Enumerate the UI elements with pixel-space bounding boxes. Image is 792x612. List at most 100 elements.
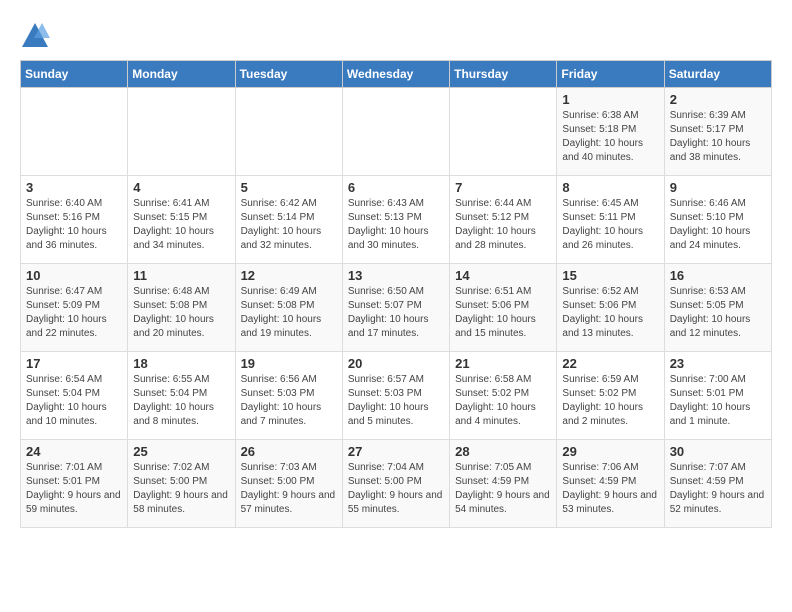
- day-detail: Sunrise: 6:42 AM Sunset: 5:14 PM Dayligh…: [241, 198, 322, 251]
- day-number: 29: [562, 444, 658, 459]
- day-number: 7: [455, 180, 551, 195]
- day-detail: Sunrise: 7:05 AM Sunset: 4:59 PM Dayligh…: [455, 462, 550, 515]
- page-header: [20, 20, 772, 50]
- day-number: 10: [26, 268, 122, 283]
- day-number: 24: [26, 444, 122, 459]
- day-detail: Sunrise: 6:49 AM Sunset: 5:08 PM Dayligh…: [241, 286, 322, 339]
- day-detail: Sunrise: 6:43 AM Sunset: 5:13 PM Dayligh…: [348, 198, 429, 251]
- day-detail: Sunrise: 6:57 AM Sunset: 5:03 PM Dayligh…: [348, 374, 429, 427]
- calendar-cell: 4Sunrise: 6:41 AM Sunset: 5:15 PM Daylig…: [128, 176, 235, 264]
- calendar-cell: 13 Sunrise: 6:50 AM Sunset: 5:07 PM Dayli…: [342, 264, 449, 352]
- day-number: 4: [133, 180, 229, 195]
- day-number: 8: [562, 180, 658, 195]
- calendar-cell: 14Sunrise: 6:51 AM Sunset: 5:06 PM Dayli…: [450, 264, 557, 352]
- calendar-cell: [235, 88, 342, 176]
- day-of-week-header: Tuesday: [235, 61, 342, 88]
- day-number: 11: [133, 268, 229, 283]
- calendar-cell: 9Sunrise: 6:46 AM Sunset: 5:10 PM Daylig…: [664, 176, 771, 264]
- calendar-cell: 1 Sunrise: 6:38 AM Sunset: 5:18 PM Daylig…: [557, 88, 664, 176]
- day-number: 23: [670, 356, 766, 371]
- calendar-week-row: 24 Sunrise: 7:01 AM Sunset: 5:01 PM Dayli…: [21, 440, 772, 528]
- calendar-table: SundayMondayTuesdayWednesdayThursdayFrid…: [20, 60, 772, 528]
- day-detail: Sunrise: 7:06 AM Sunset: 4:59 PM Dayligh…: [562, 462, 657, 515]
- calendar-cell: 2 Sunrise: 6:39 AM Sunset: 5:17 PM Daylig…: [664, 88, 771, 176]
- day-detail: Sunrise: 6:39 AM Sunset: 5:17 PM Dayligh…: [670, 110, 751, 163]
- day-number: 9: [670, 180, 766, 195]
- calendar-cell: 11 Sunrise: 6:48 AM Sunset: 5:08 PM Dayli…: [128, 264, 235, 352]
- day-number: 25: [133, 444, 229, 459]
- calendar-cell: [342, 88, 449, 176]
- day-detail: Sunrise: 7:02 AM Sunset: 5:00 PM Dayligh…: [133, 462, 228, 515]
- day-detail: Sunrise: 6:55 AM Sunset: 5:04 PM Dayligh…: [133, 374, 214, 427]
- calendar-cell: 5 Sunrise: 6:42 AM Sunset: 5:14 PM Daylig…: [235, 176, 342, 264]
- calendar-cell: [21, 88, 128, 176]
- calendar-cell: 21 Sunrise: 6:58 AM Sunset: 5:02 PM Dayli…: [450, 352, 557, 440]
- calendar-week-row: 17 Sunrise: 6:54 AM Sunset: 5:04 PM Dayli…: [21, 352, 772, 440]
- day-number: 17: [26, 356, 122, 371]
- day-detail: Sunrise: 7:01 AM Sunset: 5:01 PM Dayligh…: [26, 462, 121, 515]
- day-detail: Sunrise: 6:47 AM Sunset: 5:09 PM Dayligh…: [26, 286, 107, 339]
- day-number: 19: [241, 356, 337, 371]
- day-number: 21: [455, 356, 551, 371]
- day-number: 28: [455, 444, 551, 459]
- day-detail: Sunrise: 6:45 AM Sunset: 5:11 PM Dayligh…: [562, 198, 643, 251]
- day-detail: Sunrise: 6:53 AM Sunset: 5:05 PM Dayligh…: [670, 286, 751, 339]
- day-number: 22: [562, 356, 658, 371]
- day-of-week-header: Sunday: [21, 61, 128, 88]
- calendar-week-row: 3 Sunrise: 6:40 AM Sunset: 5:16 PM Daylig…: [21, 176, 772, 264]
- day-detail: Sunrise: 6:59 AM Sunset: 5:02 PM Dayligh…: [562, 374, 643, 427]
- calendar-cell: 26 Sunrise: 7:03 AM Sunset: 5:00 PM Dayli…: [235, 440, 342, 528]
- calendar-cell: 28 Sunrise: 7:05 AM Sunset: 4:59 PM Dayli…: [450, 440, 557, 528]
- calendar-cell: 6Sunrise: 6:43 AM Sunset: 5:13 PM Daylig…: [342, 176, 449, 264]
- calendar-cell: 16 Sunrise: 6:53 AM Sunset: 5:05 PM Dayli…: [664, 264, 771, 352]
- calendar-cell: 17 Sunrise: 6:54 AM Sunset: 5:04 PM Dayli…: [21, 352, 128, 440]
- day-number: 5: [241, 180, 337, 195]
- calendar-cell: [450, 88, 557, 176]
- logo-icon: [20, 20, 50, 50]
- day-detail: Sunrise: 6:56 AM Sunset: 5:03 PM Dayligh…: [241, 374, 322, 427]
- day-number: 27: [348, 444, 444, 459]
- day-number: 13: [348, 268, 444, 283]
- calendar-cell: 29 Sunrise: 7:06 AM Sunset: 4:59 PM Dayli…: [557, 440, 664, 528]
- day-of-week-header: Wednesday: [342, 61, 449, 88]
- day-number: 16: [670, 268, 766, 283]
- logo: [20, 20, 54, 50]
- day-number: 26: [241, 444, 337, 459]
- day-detail: Sunrise: 7:00 AM Sunset: 5:01 PM Dayligh…: [670, 374, 751, 427]
- calendar-cell: 25 Sunrise: 7:02 AM Sunset: 5:00 PM Dayli…: [128, 440, 235, 528]
- day-number: 3: [26, 180, 122, 195]
- calendar-week-row: 1 Sunrise: 6:38 AM Sunset: 5:18 PM Daylig…: [21, 88, 772, 176]
- day-of-week-header: Monday: [128, 61, 235, 88]
- day-number: 30: [670, 444, 766, 459]
- calendar-cell: 19 Sunrise: 6:56 AM Sunset: 5:03 PM Dayli…: [235, 352, 342, 440]
- day-number: 14: [455, 268, 551, 283]
- calendar-week-row: 10 Sunrise: 6:47 AM Sunset: 5:09 PM Dayli…: [21, 264, 772, 352]
- calendar-cell: 8 Sunrise: 6:45 AM Sunset: 5:11 PM Daylig…: [557, 176, 664, 264]
- calendar-cell: 24 Sunrise: 7:01 AM Sunset: 5:01 PM Dayli…: [21, 440, 128, 528]
- calendar-cell: 7 Sunrise: 6:44 AM Sunset: 5:12 PM Daylig…: [450, 176, 557, 264]
- calendar-cell: 10 Sunrise: 6:47 AM Sunset: 5:09 PM Dayli…: [21, 264, 128, 352]
- day-detail: Sunrise: 6:38 AM Sunset: 5:18 PM Dayligh…: [562, 110, 643, 163]
- day-number: 20: [348, 356, 444, 371]
- day-number: 1: [562, 92, 658, 107]
- calendar-cell: 20 Sunrise: 6:57 AM Sunset: 5:03 PM Dayli…: [342, 352, 449, 440]
- day-of-week-header: Friday: [557, 61, 664, 88]
- day-number: 18: [133, 356, 229, 371]
- day-detail: Sunrise: 6:48 AM Sunset: 5:08 PM Dayligh…: [133, 286, 214, 339]
- day-detail: Sunrise: 6:50 AM Sunset: 5:07 PM Dayligh…: [348, 286, 429, 339]
- calendar-header-row: SundayMondayTuesdayWednesdayThursdayFrid…: [21, 61, 772, 88]
- day-number: 12: [241, 268, 337, 283]
- day-detail: Sunrise: 6:52 AM Sunset: 5:06 PM Dayligh…: [562, 286, 643, 339]
- day-detail: Sunrise: 6:44 AM Sunset: 5:12 PM Dayligh…: [455, 198, 536, 251]
- day-detail: Sunrise: 6:40 AM Sunset: 5:16 PM Dayligh…: [26, 198, 107, 251]
- calendar-cell: [128, 88, 235, 176]
- day-of-week-header: Saturday: [664, 61, 771, 88]
- calendar-cell: 23 Sunrise: 7:00 AM Sunset: 5:01 PM Dayli…: [664, 352, 771, 440]
- day-detail: Sunrise: 7:04 AM Sunset: 5:00 PM Dayligh…: [348, 462, 443, 515]
- day-of-week-header: Thursday: [450, 61, 557, 88]
- day-detail: Sunrise: 6:58 AM Sunset: 5:02 PM Dayligh…: [455, 374, 536, 427]
- day-number: 2: [670, 92, 766, 107]
- calendar-cell: 27 Sunrise: 7:04 AM Sunset: 5:00 PM Dayli…: [342, 440, 449, 528]
- day-detail: Sunrise: 7:03 AM Sunset: 5:00 PM Dayligh…: [241, 462, 336, 515]
- day-detail: Sunrise: 6:54 AM Sunset: 5:04 PM Dayligh…: [26, 374, 107, 427]
